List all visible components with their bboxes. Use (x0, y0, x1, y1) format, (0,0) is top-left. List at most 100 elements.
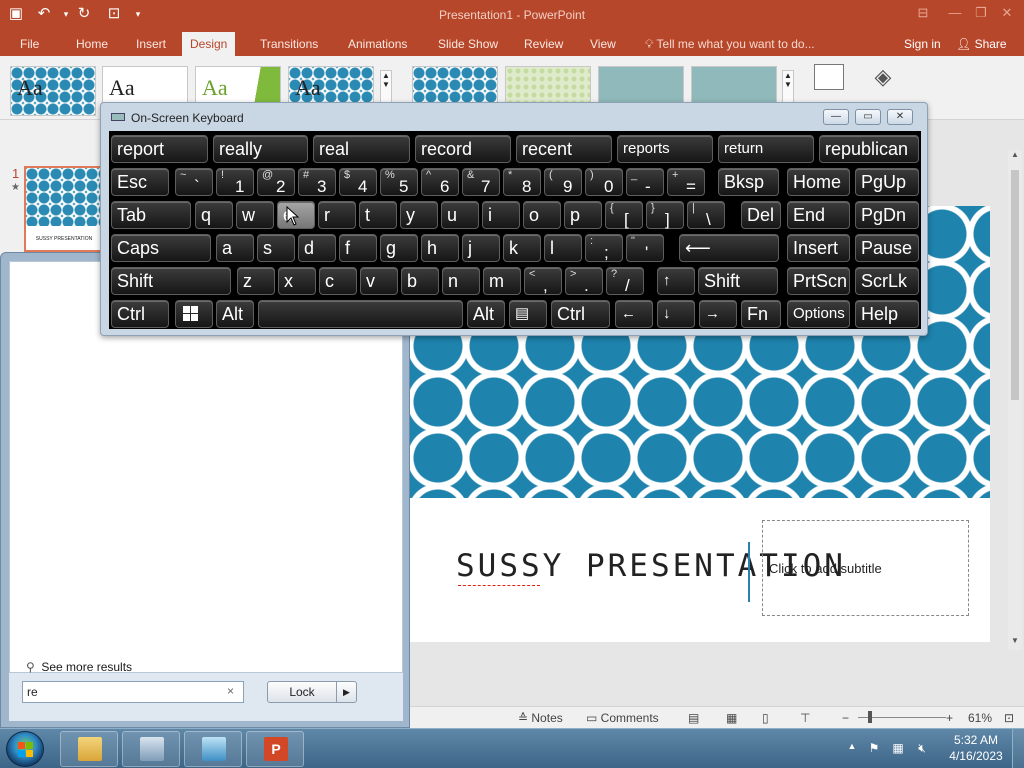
key-backtick[interactable]: ~ ` (175, 168, 213, 196)
key-g[interactable]: g (380, 234, 418, 262)
osk-close-button[interactable]: ✕ (887, 109, 913, 125)
key-minus[interactable]: _ - (626, 168, 664, 196)
key-equals[interactable]: + = (667, 168, 705, 196)
notes-button[interactable]: ≙ Notes (518, 710, 563, 726)
prediction-record[interactable]: record (415, 135, 511, 163)
minimize-icon[interactable]: — (944, 4, 966, 22)
key-pause[interactable]: Pause (855, 234, 919, 262)
scroll-thumb[interactable] (1011, 170, 1019, 400)
key-up-arrow[interactable]: ↑ (657, 267, 695, 295)
key-8[interactable]: * 8 (503, 168, 541, 196)
osk-minimize-button[interactable]: — (823, 109, 849, 125)
key-0[interactable]: ) 0 (585, 168, 623, 196)
key-y[interactable]: y (400, 201, 438, 229)
key-slash[interactable]: ? / (606, 267, 644, 295)
key-k[interactable]: k (503, 234, 541, 262)
key-right-bracket[interactable]: }] (646, 201, 684, 229)
lock-button[interactable]: Lock ▶ (267, 681, 357, 703)
key-3[interactable]: #3 (298, 168, 336, 196)
key-page-down[interactable]: PgDn (855, 201, 919, 229)
zoom-out-icon[interactable]: − (842, 710, 849, 726)
key-r[interactable]: r (318, 201, 356, 229)
key-1[interactable]: ! 1 (216, 168, 254, 196)
key-x[interactable]: x (278, 267, 316, 295)
tab-file[interactable]: File (12, 32, 47, 56)
key-windows[interactable] (175, 300, 213, 328)
tab-animations[interactable]: Animations (340, 32, 415, 56)
subtitle-placeholder[interactable]: Click to add subtitle (762, 520, 969, 616)
key-d[interactable]: d (298, 234, 336, 262)
key-right-ctrl[interactable]: Ctrl (551, 300, 610, 328)
close-icon[interactable]: ✕ (996, 4, 1018, 22)
key-fn[interactable]: Fn (741, 300, 781, 328)
key-left-shift[interactable]: Shift (111, 267, 231, 295)
key-right-alt[interactable]: Alt (467, 300, 505, 328)
key-i[interactable]: i (482, 201, 520, 229)
key-right-arrow[interactable]: → (699, 300, 737, 328)
start-button[interactable] (6, 731, 44, 767)
key-4[interactable]: $4 (339, 168, 377, 196)
key-semicolon[interactable]: :; (585, 234, 623, 262)
key-f[interactable]: f (339, 234, 377, 262)
editor-vertical-scrollbar[interactable]: ▲ ▼ (1008, 150, 1022, 650)
key-z[interactable]: z (237, 267, 275, 295)
key-o[interactable]: o (523, 201, 561, 229)
zoom-slider-knob[interactable] (868, 711, 872, 723)
key-help[interactable]: Help (855, 300, 919, 328)
key-left-bracket[interactable]: {[ (605, 201, 643, 229)
key-a[interactable]: a (216, 234, 254, 262)
prediction-report[interactable]: report (111, 135, 208, 163)
key-period[interactable]: >. (565, 267, 603, 295)
zoom-level[interactable]: 61% (968, 710, 992, 726)
ribbon-display-options-icon[interactable]: ⊟ (912, 4, 934, 22)
key-9[interactable]: (9 (544, 168, 582, 196)
key-2[interactable]: @2 (257, 168, 295, 196)
clock-time[interactable]: 5:32 AM (946, 733, 1006, 747)
key-c[interactable]: c (319, 267, 357, 295)
comments-button[interactable]: ▭ Comments (586, 710, 659, 726)
prediction-really[interactable]: really (213, 135, 308, 163)
key-6[interactable]: ^ 6 (421, 168, 459, 196)
show-hidden-icons[interactable]: ▲ (844, 741, 860, 757)
taskbar-on-screen-keyboard[interactable] (122, 731, 180, 767)
key-backslash[interactable]: | \ (687, 201, 725, 229)
prediction-republican[interactable]: republican (819, 135, 919, 163)
reading-view-icon[interactable]: ▯ (762, 710, 769, 726)
key-insert[interactable]: Insert (787, 234, 850, 262)
fit-to-window-icon[interactable]: ⊡ (1004, 710, 1014, 726)
key-s[interactable]: s (257, 234, 295, 262)
osk-maximize-button[interactable]: ▭ (855, 109, 881, 125)
action-center-flag-icon[interactable]: ⚑ (866, 741, 882, 757)
format-background-icon[interactable]: ◈ (868, 64, 898, 90)
key-m[interactable]: m (483, 267, 521, 295)
key-delete[interactable]: Del (741, 201, 781, 229)
scroll-up-icon[interactable]: ▲ (1008, 150, 1022, 164)
taskbar-explorer[interactable] (60, 731, 118, 767)
key-h[interactable]: h (421, 234, 459, 262)
key-5[interactable]: % 5 (380, 168, 418, 196)
tab-home[interactable]: Home (68, 32, 116, 56)
key-page-up[interactable]: PgUp (855, 168, 919, 196)
key-t[interactable]: t (359, 201, 397, 229)
key-print-screen[interactable]: PrtScn (787, 267, 850, 295)
volume-muted-icon[interactable]: 🔇︎ (914, 741, 930, 757)
theme-thumbnail[interactable]: Aa (10, 66, 96, 116)
key-q[interactable]: q (195, 201, 233, 229)
key-comma[interactable]: <, (524, 267, 562, 295)
key-u[interactable]: u (441, 201, 479, 229)
key-esc[interactable]: Esc (111, 168, 169, 196)
key-p[interactable]: p (564, 201, 602, 229)
tab-design[interactable]: Design (182, 32, 236, 56)
key-n[interactable]: n (442, 267, 480, 295)
key-backspace[interactable]: Bksp (718, 168, 779, 196)
tab-review[interactable]: Review (516, 32, 571, 56)
taskbar-control-panel[interactable] (184, 731, 242, 767)
key-7[interactable]: & 7 (462, 168, 500, 196)
slide-size-icon[interactable] (814, 64, 844, 90)
share-button[interactable]: 👤︎ Share (956, 32, 1007, 56)
key-left-ctrl[interactable]: Ctrl (111, 300, 169, 328)
key-home[interactable]: Home (787, 168, 850, 196)
key-scroll-lock[interactable]: ScrLk (855, 267, 919, 295)
key-j[interactable]: j (462, 234, 500, 262)
tab-transitions[interactable]: Transitions (252, 32, 326, 56)
